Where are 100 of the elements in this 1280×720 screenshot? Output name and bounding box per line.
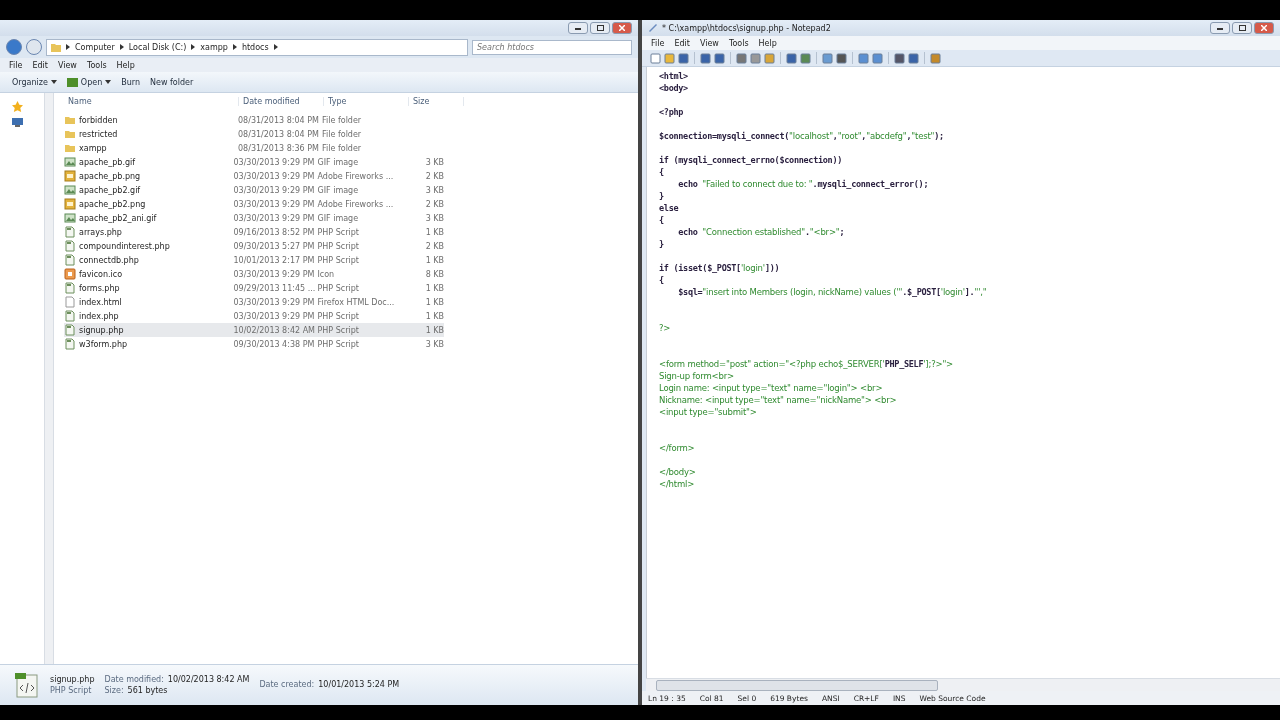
- toolbar-icon[interactable]: [822, 52, 833, 64]
- script-file-icon: [64, 310, 76, 322]
- type-cell-text: File folder: [321, 143, 363, 153]
- toolbar-icon[interactable]: [930, 52, 941, 64]
- menu-item[interactable]: Tools: [83, 60, 110, 70]
- file-row[interactable]: apache_pb2.png 03/30/2013 9:29 PM Adobe Fireworks ... 2 KB: [64, 197, 444, 211]
- menu-item[interactable]: Help: [113, 60, 138, 70]
- menu-item[interactable]: File: [648, 38, 668, 48]
- toolbar-icon[interactable]: [678, 52, 689, 64]
- column-header[interactable]: Size: [409, 96, 464, 106]
- column-header[interactable]: Type: [324, 96, 409, 106]
- close-icon: [1261, 25, 1267, 31]
- toolbar-icon[interactable]: [908, 52, 919, 64]
- breadcrumb-item[interactable]: htdocs: [241, 42, 269, 52]
- organize-button[interactable]: Organize: [12, 77, 57, 87]
- toolbar-icon[interactable]: [736, 52, 747, 64]
- type-cell-text: PHP Script: [316, 283, 360, 293]
- file-name: w3form.php: [79, 339, 128, 349]
- toolbar-icon[interactable]: [650, 52, 661, 64]
- file-row[interactable]: signup.php 10/02/2013 8:42 AM PHP Script 1 KB: [64, 323, 444, 337]
- breadcrumb-item[interactable]: Computer: [75, 42, 115, 52]
- image-file-icon: [64, 212, 76, 224]
- file-row[interactable]: forms.php 09/29/2013 11:45 ... PHP Script 1 KB: [64, 281, 444, 295]
- toolbar-icon[interactable]: [858, 52, 869, 64]
- toolbar-icon[interactable]: [764, 52, 775, 64]
- menu-item[interactable]: Edit: [671, 38, 693, 48]
- toolbar-icon[interactable]: [786, 52, 797, 64]
- menu-item[interactable]: View: [54, 60, 80, 70]
- size-cell-text: 3 KB: [424, 157, 444, 167]
- code-line: <input type="submit">: [659, 406, 758, 418]
- breadcrumb-item[interactable]: xampp: [200, 42, 228, 52]
- minimize-button[interactable]: [1210, 22, 1230, 34]
- toolbar-button[interactable]: New folder: [150, 77, 194, 87]
- code-line: {: [659, 274, 665, 286]
- file-name: restricted: [79, 129, 118, 139]
- file-row[interactable]: compoundinterest.php 09/30/2013 5:27 PM PHP Script 2 KB: [64, 239, 444, 253]
- code-line: </form>: [659, 442, 696, 454]
- toolbar-icon[interactable]: [664, 52, 675, 64]
- window-title: * C:\xampp\htdocs\signup.php - Notepad2: [662, 23, 832, 33]
- menu-item[interactable]: Edit: [29, 60, 51, 70]
- menu-item[interactable]: Tools: [725, 38, 752, 48]
- file-row[interactable]: forbidden 08/31/2013 8:04 PM File folder: [64, 113, 444, 127]
- open-button[interactable]: Open: [66, 77, 112, 87]
- file-row[interactable]: index.php 03/30/2013 9:29 PM PHP Script 1 KB: [64, 309, 444, 323]
- file-row[interactable]: apache_pb.gif 03/30/2013 9:29 PM GIF image 3 KB: [64, 155, 444, 169]
- toolbar-icon[interactable]: [836, 52, 847, 64]
- date-cell-text: 10/02/2013 8:42 AM: [232, 325, 314, 335]
- menu-item[interactable]: Help: [755, 38, 780, 48]
- file-row[interactable]: favicon.ico 03/30/2013 9:29 PM Icon 8 KB: [64, 267, 444, 281]
- file-row[interactable]: arrays.php 09/16/2013 8:52 PM PHP Script 1 KB: [64, 225, 444, 239]
- file-row[interactable]: apache_pb.png 03/30/2013 9:29 PM Adobe Fireworks ... 2 KB: [64, 169, 444, 183]
- column-header[interactable]: Date modified: [239, 96, 324, 106]
- breadcrumb-item[interactable]: Local Disk (C:): [128, 42, 187, 52]
- toolbar-button[interactable]: Burn: [121, 77, 140, 87]
- script-file-icon: [64, 324, 76, 336]
- toolbar-icon[interactable]: [894, 52, 905, 64]
- file-row[interactable]: apache_pb2_ani.gif 03/30/2013 9:29 PM GIF image 3 KB: [64, 211, 444, 225]
- toolbar-icon[interactable]: [700, 52, 711, 64]
- forward-button[interactable]: [26, 39, 42, 55]
- code-line: }: [659, 238, 665, 250]
- date-cell-text: 03/30/2013 9:29 PM: [232, 157, 314, 167]
- file-name: signup.php: [50, 675, 95, 684]
- image-file-icon: [64, 198, 76, 210]
- search-field[interactable]: Search htdocs: [472, 39, 632, 55]
- file-name: forms.php: [79, 283, 120, 293]
- type-cell-text: PHP Script: [316, 241, 360, 251]
- size-cell-text: 1 KB: [424, 297, 444, 307]
- menu-item[interactable]: File: [6, 60, 26, 70]
- toolbar-icon[interactable]: [714, 52, 725, 64]
- file-row[interactable]: restricted 08/31/2013 8:04 PM File folder: [64, 127, 444, 141]
- file-row[interactable]: connectdb.php 10/01/2013 2:17 PM PHP Script 1 KB: [64, 253, 444, 267]
- address-bar[interactable]: Computer Local Disk (C:) xampp htdocs: [46, 38, 468, 56]
- file-name: connectdb.php: [79, 255, 139, 265]
- file-row[interactable]: index.html 03/30/2013 9:29 PM Firefox HTML Doc... 1 KB: [64, 295, 444, 309]
- menu-item[interactable]: View: [696, 38, 722, 48]
- toolbar-icon[interactable]: [800, 52, 811, 64]
- type-cell-text: PHP Script: [316, 311, 360, 321]
- maximize-button[interactable]: [1232, 22, 1252, 34]
- toolbar-icon[interactable]: [750, 52, 761, 64]
- file-name: apache_pb2.png: [79, 199, 146, 209]
- close-button[interactable]: [1254, 22, 1274, 34]
- code-line: if (isset($_POST['login'])): [659, 262, 781, 274]
- file-row[interactable]: apache_pb2.gif 03/30/2013 9:29 PM GIF image 3 KB: [64, 183, 444, 197]
- back-button[interactable]: [6, 39, 22, 55]
- code-line: }: [659, 190, 665, 202]
- date-cell-text: 09/29/2013 11:45 ...: [232, 283, 314, 293]
- type-cell-text: GIF image: [316, 185, 360, 195]
- close-button[interactable]: [612, 22, 632, 34]
- scrollbar[interactable]: [44, 93, 54, 664]
- scrollbar-thumb[interactable]: [656, 679, 938, 691]
- code-line: $connection=mysqli_connect("localhost","root","abcdefg","test");: [659, 130, 945, 142]
- file-row[interactable]: w3form.php 09/30/2013 4:38 PM PHP Script 3 KB: [64, 337, 444, 351]
- minimize-icon: [1217, 26, 1223, 30]
- size-cell-text: 1 KB: [424, 311, 444, 321]
- minimize-button[interactable]: [568, 22, 588, 34]
- maximize-button[interactable]: [590, 22, 610, 34]
- date-cell-text: 03/30/2013 9:29 PM: [232, 199, 314, 209]
- toolbar-icon[interactable]: [872, 52, 883, 64]
- file-row[interactable]: xampp 08/31/2013 8:36 PM File folder: [64, 141, 444, 155]
- column-header[interactable]: Name: [64, 96, 239, 106]
